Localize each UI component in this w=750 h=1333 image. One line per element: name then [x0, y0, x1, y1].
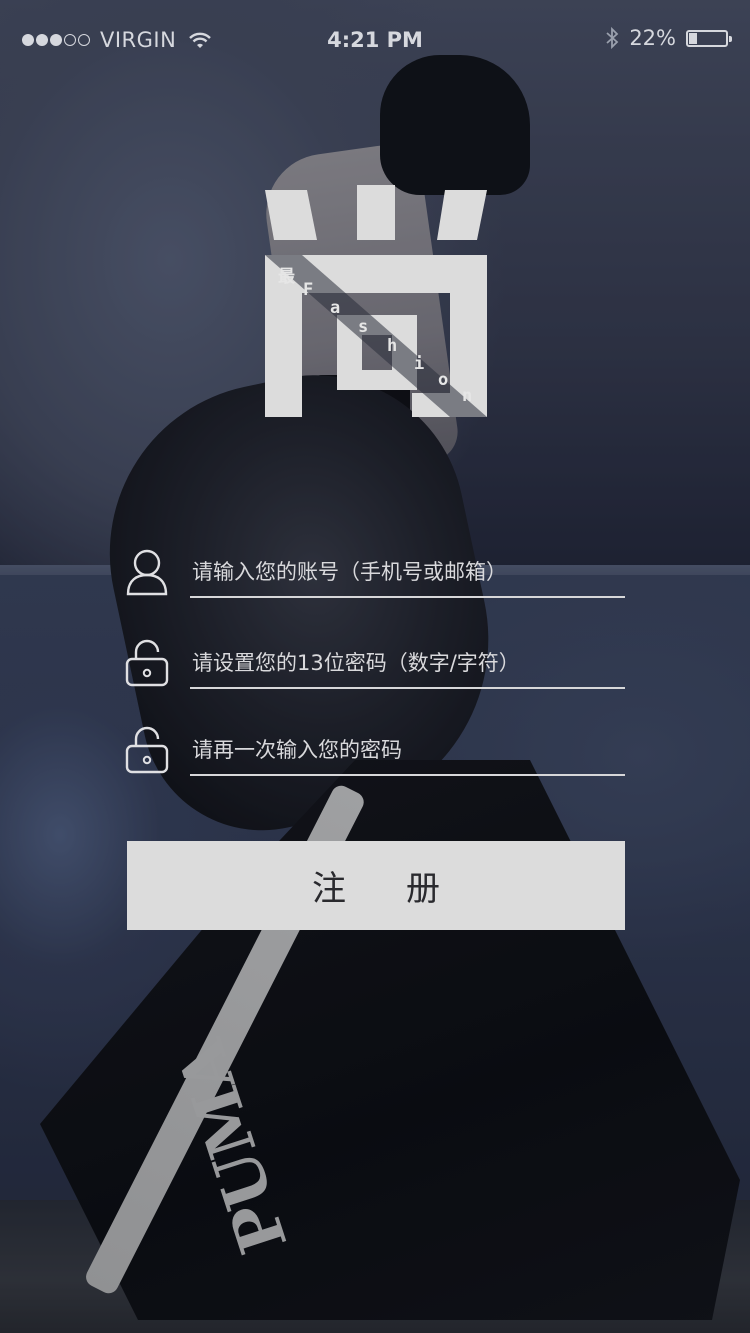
- confirm-password-field: [125, 720, 625, 776]
- battery-icon: [686, 29, 732, 47]
- confirm-password-input-wrap: [190, 720, 625, 776]
- account-input-wrap: [190, 542, 625, 598]
- password-input-wrap: [190, 633, 625, 689]
- confirm-password-input[interactable]: [192, 732, 625, 768]
- bluetooth-icon: [606, 26, 619, 50]
- account-field: [125, 542, 625, 598]
- status-right: 22%: [605, 26, 732, 50]
- account-input[interactable]: [192, 554, 625, 590]
- battery-percent: 22%: [629, 26, 676, 50]
- password-input[interactable]: [192, 645, 625, 681]
- status-bar: VIRGIN 4:21 PM 22%: [0, 0, 750, 80]
- app-logo: [265, 185, 487, 417]
- register-button[interactable]: 注册: [127, 841, 625, 930]
- lock-icon: [125, 639, 169, 687]
- password-field: [125, 633, 625, 689]
- lock-icon: [125, 726, 169, 774]
- battery-level-fill: [689, 32, 697, 44]
- user-icon: [126, 549, 168, 596]
